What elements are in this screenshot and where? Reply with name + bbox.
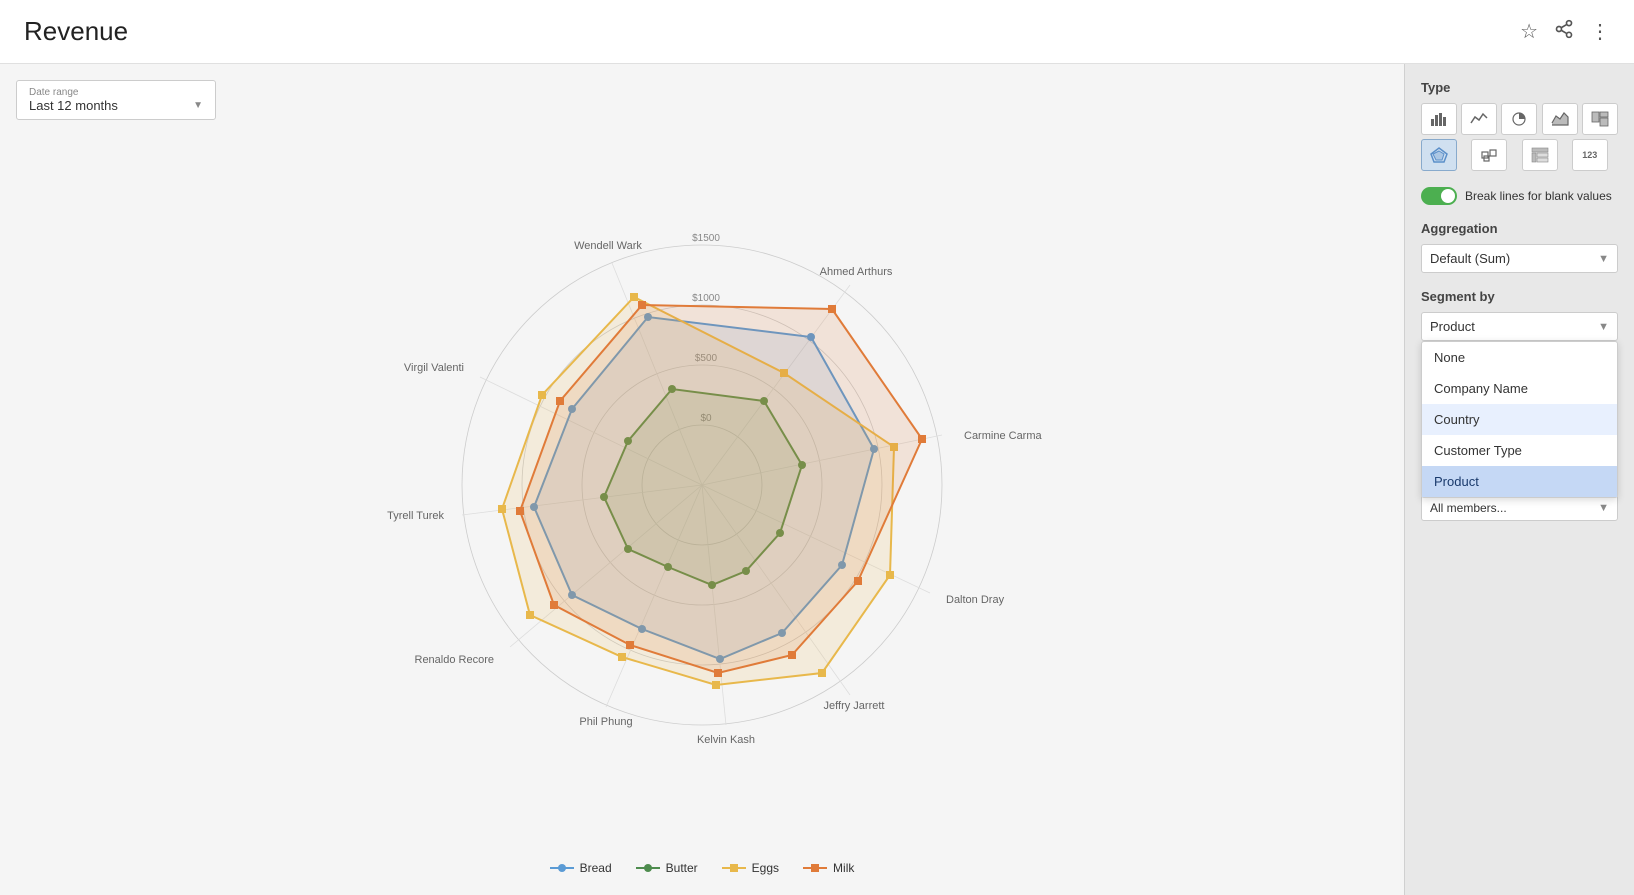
line-chart-type-btn[interactable] [1461, 103, 1497, 135]
date-range-value: Last 12 months ▼ [29, 98, 203, 113]
pivot-chart-type-btn[interactable] [1522, 139, 1558, 171]
legend-item-eggs: Eggs [722, 861, 779, 875]
right-panel: Type [1404, 64, 1634, 895]
segment-option-company-name[interactable]: Company Name [1422, 373, 1617, 404]
break-lines-row: Break lines for blank values [1421, 187, 1618, 205]
filter-customer-type-value: All members... [1430, 501, 1507, 515]
date-range-arrow-icon: ▼ [193, 100, 203, 111]
page-title: Revenue [24, 16, 128, 47]
svg-text:$1500: $1500 [692, 233, 720, 244]
radar-chart-container: $0 $500 $1000 $1500 [16, 120, 1388, 849]
radar-chart-svg: $0 $500 $1000 $1500 [362, 195, 1042, 775]
svg-text:Kelvin Kash: Kelvin Kash [697, 734, 755, 746]
treemap-chart-type-btn[interactable] [1582, 103, 1618, 135]
legend-item-bread: Bread [550, 861, 612, 875]
legend-item-butter: Butter [636, 861, 698, 875]
break-lines-label: Break lines for blank values [1465, 189, 1612, 203]
segment-by-value: Product [1430, 319, 1475, 334]
svg-text:Tyrell Turek: Tyrell Turek [387, 510, 444, 522]
segment-option-product[interactable]: Product [1422, 466, 1617, 497]
date-range-selector[interactable]: Date range Last 12 months ▼ [16, 80, 216, 120]
chart-type-section: Type [1421, 80, 1618, 171]
area-chart-type-btn[interactable] [1542, 103, 1578, 135]
legend-label-butter: Butter [666, 861, 698, 875]
legend-item-milk: Milk [803, 861, 854, 875]
segment-option-country[interactable]: Country [1422, 404, 1617, 435]
svg-text:Wendell Wark: Wendell Wark [574, 240, 642, 252]
aggregation-section: Aggregation Default (Sum) ▼ [1421, 221, 1618, 273]
star-icon[interactable]: ☆ [1520, 19, 1538, 44]
segment-by-arrow-icon: ▼ [1598, 321, 1609, 333]
date-range-label: Date range [29, 87, 203, 98]
radar-chart-type-btn[interactable] [1421, 139, 1457, 171]
segment-option-customer-type[interactable]: Customer Type [1422, 435, 1617, 466]
scatter-chart-type-btn[interactable] [1471, 139, 1507, 171]
legend-label-eggs: Eggs [752, 861, 779, 875]
svg-text:Virgil Valenti: Virgil Valenti [404, 362, 464, 374]
svg-text:$1000: $1000 [692, 293, 720, 304]
chart-type-row1 [1421, 103, 1618, 135]
break-lines-toggle[interactable] [1421, 187, 1457, 205]
segment-option-none[interactable]: None [1422, 342, 1617, 373]
chart-type-row2: 123 [1421, 139, 1618, 171]
app-header: Revenue ☆ ⋮ [0, 0, 1634, 64]
segment-by-dropdown-menu: None Company Name Country Customer Type … [1421, 341, 1618, 498]
type-section-title: Type [1421, 80, 1618, 95]
legend-label-milk: Milk [833, 861, 854, 875]
filter-customer-type-select[interactable]: All members... ▼ [1421, 495, 1618, 521]
svg-text:Ahmed Arthurs: Ahmed Arthurs [820, 266, 893, 278]
aggregation-section-title: Aggregation [1421, 221, 1618, 236]
aggregation-arrow-icon: ▼ [1598, 253, 1609, 265]
segment-by-title: Segment by [1421, 289, 1618, 304]
svg-text:Carmine Carman: Carmine Carman [964, 430, 1042, 442]
aggregation-value: Default (Sum) [1430, 251, 1510, 266]
bar-chart-type-btn[interactable] [1421, 103, 1457, 135]
svg-text:Renaldo Recore: Renaldo Recore [415, 654, 495, 666]
chart-area: Date range Last 12 months ▼ $0 $500 [0, 64, 1404, 895]
legend-label-bread: Bread [580, 861, 612, 875]
more-menu-icon[interactable]: ⋮ [1590, 19, 1610, 44]
aggregation-select[interactable]: Default (Sum) ▼ [1421, 244, 1618, 273]
chart-legend: Bread Butter Eggs Milk [16, 849, 1388, 879]
svg-text:Dalton Dray: Dalton Dray [946, 594, 1005, 606]
share-icon[interactable] [1554, 19, 1574, 45]
kpi-chart-type-btn[interactable]: 123 [1572, 139, 1608, 171]
segment-by-section: Segment by Product ▼ None Company Name C… [1421, 289, 1618, 341]
filter-customer-type-arrow-icon: ▼ [1598, 502, 1609, 514]
segment-by-dropdown-container: Product ▼ None Company Name Country Cust… [1421, 312, 1618, 341]
header-actions: ☆ ⋮ [1520, 19, 1610, 45]
segment-by-select[interactable]: Product ▼ [1421, 312, 1618, 341]
svg-text:Phil Phung: Phil Phung [579, 716, 632, 728]
main-layout: Date range Last 12 months ▼ $0 $500 [0, 64, 1634, 895]
toggle-thumb [1441, 189, 1455, 203]
svg-text:Jeffry Jarrett: Jeffry Jarrett [824, 700, 885, 712]
pie-chart-type-btn[interactable] [1501, 103, 1537, 135]
